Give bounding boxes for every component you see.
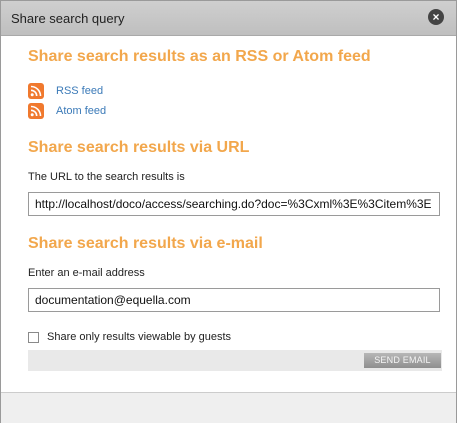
send-email-button[interactable]: SEND EMAIL: [364, 353, 441, 368]
url-section-heading: Share search results via URL: [28, 139, 250, 156]
close-icon[interactable]: ×: [428, 9, 444, 25]
dialog-title: Share search query: [11, 11, 125, 26]
guest-results-option: Share only results viewable by guests: [28, 331, 231, 343]
dialog-titlebar: Share search query ×: [1, 1, 456, 36]
feed-section-heading: Share search results as an RSS or Atom f…: [28, 48, 371, 65]
rss-feed-row: RSS feed: [28, 82, 103, 100]
rss-feed-link[interactable]: RSS feed: [56, 85, 103, 97]
share-search-dialog: Share search query × Share search result…: [0, 0, 457, 423]
send-bar: SEND EMAIL: [28, 350, 442, 371]
email-field[interactable]: documentation@equella.com: [28, 288, 440, 312]
rss-icon: [28, 103, 44, 119]
url-field[interactable]: http://localhost/doco/access/searching.d…: [28, 192, 440, 216]
email-label: Enter an e-mail address: [28, 267, 145, 279]
atom-feed-row: Atom feed: [28, 102, 106, 120]
dialog-content: Share search results as an RSS or Atom f…: [1, 36, 456, 391]
email-section-heading: Share search results via e-mail: [28, 235, 263, 252]
atom-feed-link[interactable]: Atom feed: [56, 105, 106, 117]
rss-icon: [28, 83, 44, 99]
url-label: The URL to the search results is: [28, 171, 185, 183]
dialog-footer: [1, 392, 456, 423]
guest-results-checkbox[interactable]: [28, 331, 39, 343]
guest-results-label: Share only results viewable by guests: [47, 331, 232, 343]
